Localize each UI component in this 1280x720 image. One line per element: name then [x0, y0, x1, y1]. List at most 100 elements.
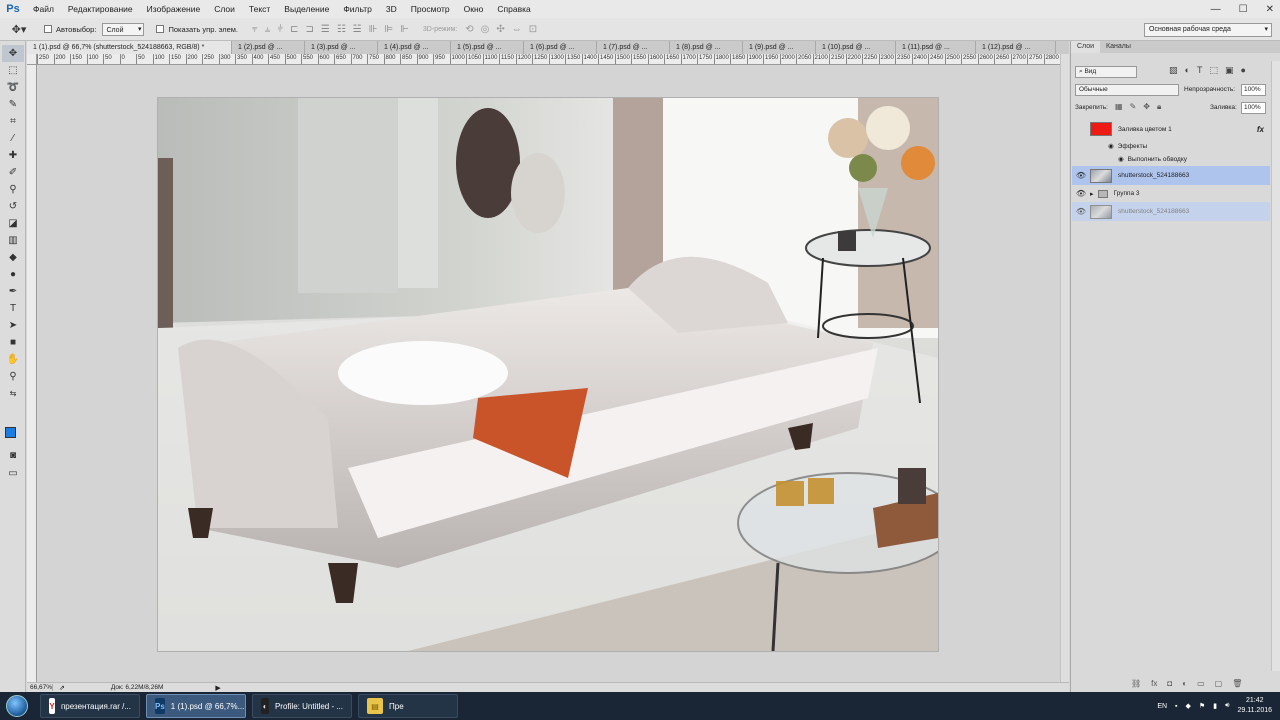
volume-icon[interactable]: 🔊︎ [1225, 702, 1229, 710]
document-image[interactable] [158, 98, 938, 651]
network-icon[interactable]: ▮ [1213, 702, 1217, 710]
slide-3d-icon[interactable]: ⇔ [512, 24, 522, 35]
distribute-bottom-icon[interactable]: ☱ [353, 24, 362, 35]
task-archive[interactable]: Y презентация.rar /... [40, 694, 140, 718]
menu-item[interactable]: Слои [207, 0, 242, 18]
new-group-icon[interactable]: ▭ [1197, 679, 1205, 688]
screen-mode-icon[interactable]: ▭ [2, 465, 24, 482]
show-controls-checkbox[interactable] [156, 25, 165, 33]
language-indicator[interactable]: EN [1157, 703, 1167, 710]
gradient-tool[interactable]: ▥ [2, 232, 24, 249]
effects-eye-icon[interactable]: ◉ [1108, 142, 1114, 150]
document-tab[interactable]: 1 (6).psd @ ... [524, 41, 597, 54]
maximize-button[interactable]: ☐ [1239, 4, 1248, 15]
minimize-button[interactable]: — [1211, 4, 1221, 15]
distribute-right-icon[interactable]: ⊩ [400, 24, 409, 35]
document-tab[interactable]: 1 (2).psd @ ... [232, 41, 305, 54]
crop-tool[interactable]: ⌗ [2, 113, 24, 130]
lock-position-icon[interactable]: ✥ [1143, 102, 1150, 112]
task-profile[interactable]: ◐ Profile: Untitled - ... [252, 694, 352, 718]
roll-3d-icon[interactable]: ◎ [481, 24, 490, 35]
shape-filter-icon[interactable]: ⬚ [1209, 65, 1218, 76]
distribute-left-icon[interactable]: ⊪ [369, 24, 378, 35]
history-brush-tool[interactable]: ↺ [2, 198, 24, 215]
fx-icon[interactable]: fx [1257, 125, 1264, 134]
pen-tool[interactable]: ✒ [2, 283, 24, 300]
menu-item[interactable]: Текст [242, 0, 277, 18]
document-tab[interactable]: 1 (9).psd @ ... [743, 41, 816, 54]
new-layer-icon[interactable]: ▢ [1215, 679, 1223, 688]
brush-tool[interactable]: ✐ [2, 164, 24, 181]
healing-tool[interactable]: ✚ [2, 147, 24, 164]
type-filter-icon[interactable]: T [1197, 65, 1203, 76]
auto-select-dropdown[interactable]: Слой [102, 22, 145, 36]
drag-3d-icon[interactable]: ✣ [496, 24, 504, 35]
distribute-top-icon[interactable]: ☰ [321, 24, 330, 35]
type-tool[interactable]: T [2, 300, 24, 317]
document-tab[interactable]: 1 (10).psd @ ... [816, 41, 896, 54]
document-tab[interactable]: 1 (4).psd @ ... [378, 41, 451, 54]
stamp-tool[interactable]: ⚲ [2, 181, 24, 198]
visibility-eye-icon[interactable]: 👁︎ [1072, 207, 1090, 216]
delete-layer-icon[interactable]: 🗑︎ [1232, 679, 1242, 688]
hand-tool[interactable]: ✋ [2, 351, 24, 368]
visibility-eye-icon[interactable]: 👁︎ [1072, 171, 1090, 180]
stroke-eye-icon[interactable]: ◉ [1118, 155, 1124, 163]
menu-item[interactable]: Редактирование [61, 0, 140, 18]
smart-object-filter-icon[interactable]: ▣ [1225, 65, 1234, 76]
layer-dragging[interactable]: 👁︎ shutterstock_524188663 [1072, 202, 1270, 221]
pixel-filter-icon[interactable]: ▨ [1169, 65, 1178, 76]
zoom-tool[interactable]: ⚲ [2, 368, 24, 385]
filter-toggle-icon[interactable]: ● [1240, 65, 1245, 76]
swap-colors-icon[interactable]: ⇆ [2, 385, 24, 402]
align-center-icon[interactable]: ⊐ [305, 24, 313, 35]
tray-icon[interactable]: ⚑ [1199, 702, 1205, 710]
tray-icon[interactable]: ▪ [1175, 703, 1177, 710]
scale-3d-icon[interactable]: ⊡ [529, 24, 537, 35]
foreground-color-swatch[interactable] [5, 427, 16, 438]
layer-group-3[interactable]: 👁︎ ▸ Группа 3 [1072, 186, 1270, 201]
status-menu-arrow[interactable]: ▶ [215, 684, 220, 692]
blur-tool[interactable]: ◆ [2, 249, 24, 266]
document-tab[interactable]: 1 (7).psd @ ... [597, 41, 670, 54]
visibility-eye-icon[interactable]: 👁︎ [1072, 189, 1090, 198]
menu-item[interactable]: 3D [379, 0, 404, 18]
menu-item[interactable]: Просмотр [404, 0, 457, 18]
layer-fill-color[interactable]: Заливка цветом 1 fx [1072, 119, 1270, 139]
stroke-effect-row[interactable]: ◉ Выполнить обводку [1072, 153, 1270, 165]
document-tab[interactable]: 1 (3).psd @ ... [305, 41, 378, 54]
layer-shutterstock[interactable]: 👁︎ shutterstock_524188663 [1072, 166, 1270, 185]
fill-input[interactable]: 100% [1241, 102, 1266, 114]
shape-tool[interactable]: ■ [2, 334, 24, 351]
marquee-tool[interactable]: ⬚ [2, 62, 24, 79]
tab-layers[interactable]: Слои [1071, 41, 1101, 53]
move-tool-icon[interactable]: ✥▾ [0, 23, 38, 36]
distribute-middle-icon[interactable]: ☷ [337, 24, 346, 35]
eyedropper-tool[interactable]: ⁄ [2, 130, 24, 147]
blend-mode-dropdown[interactable]: Обычные [1075, 84, 1179, 96]
document-tab[interactable]: 1 (8).psd @ ... [670, 41, 743, 54]
align-bottom-icon[interactable]: ⫩ [277, 24, 283, 35]
add-mask-icon[interactable]: ◘ [1167, 679, 1172, 688]
distribute-center-icon[interactable]: ⊫ [384, 24, 393, 35]
workspace-dropdown[interactable]: Основная рабочая среда [1144, 23, 1272, 37]
tray-icon[interactable]: ◆ [1186, 702, 1191, 710]
expand-arrow-icon[interactable]: ▸ [1090, 190, 1094, 198]
doc-info-icon[interactable]: ⇗ [59, 684, 65, 692]
document-tab[interactable]: 1 (5).psd @ ... [451, 41, 524, 54]
menu-item[interactable]: Справка [490, 0, 537, 18]
auto-select-checkbox[interactable] [44, 25, 52, 33]
eraser-tool[interactable]: ◪ [2, 215, 24, 232]
adjustment-layer-icon[interactable]: ◐ [1182, 679, 1187, 688]
panel-scrollbar[interactable] [1271, 61, 1280, 671]
menu-item[interactable]: Изображение [140, 0, 208, 18]
canvas-area[interactable] [38, 66, 1060, 682]
vertical-scrollbar[interactable] [1060, 54, 1069, 682]
rotate-3d-icon[interactable]: ⟲ [465, 24, 473, 35]
document-tab[interactable]: 1 (12).psd @ ... [976, 41, 1056, 54]
align-top-icon[interactable]: ⫧ [252, 24, 258, 35]
quick-select-tool[interactable]: ✎ [2, 96, 24, 113]
document-tab[interactable]: 1 (11).psd @ ... [896, 41, 976, 54]
zoom-level[interactable]: 66,67% [27, 684, 53, 691]
effects-row[interactable]: ◉ Эффекты [1072, 140, 1270, 152]
